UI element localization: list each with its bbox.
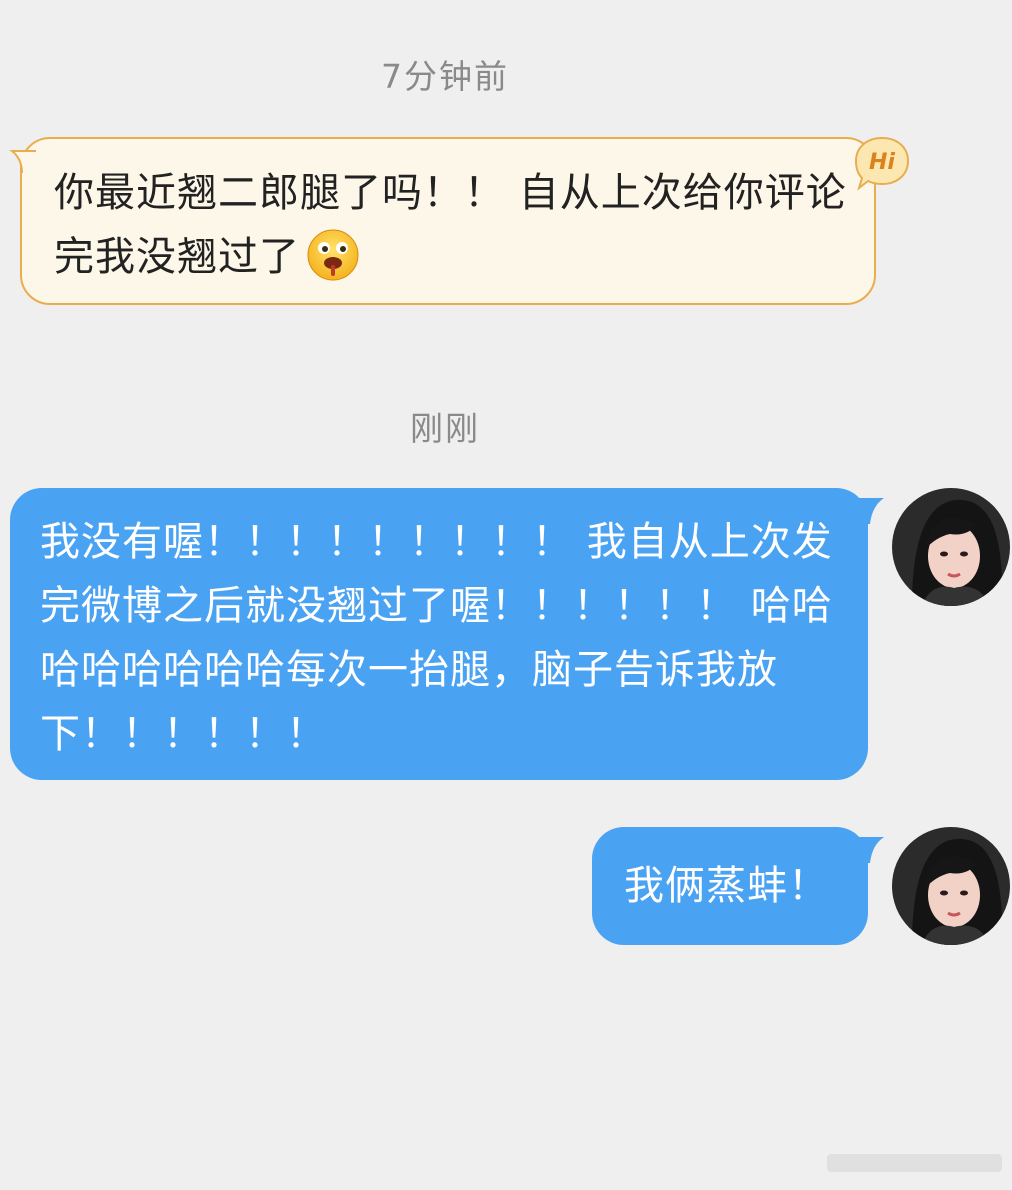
bubble-tail-icon — [9, 150, 36, 175]
avatar[interactable] — [892, 488, 1010, 606]
outgoing-message-text: 我俩蒸蚌！ — [624, 863, 829, 909]
avatar-portrait-icon — [892, 488, 1010, 606]
outgoing-message-bubble[interactable]: 我没有喔！！！！！！！！！ 我自从上次发完微博之后就没翘过了喔！！！！！！ 哈哈… — [10, 488, 868, 780]
hi-badge-icon: Hi — [854, 136, 910, 191]
drooling-face-icon — [307, 229, 359, 281]
hi-badge-text: Hi — [869, 150, 895, 175]
incoming-message-bubble[interactable]: 你最近翘二郎腿了吗！！ 自从上次给你评论完我没翘过了 — [9, 137, 876, 305]
avatar[interactable] — [892, 827, 1010, 945]
timestamp: 刚刚 — [410, 409, 480, 448]
bubble-tail-icon — [858, 837, 884, 863]
outgoing-message-bubble[interactable]: 我俩蒸蚌！ — [592, 827, 868, 945]
outgoing-message-text: 我没有喔！！！！！！！！！ 我自从上次发完微博之后就没翘过了喔！！！！！！ 哈哈… — [40, 519, 833, 757]
avatar-portrait-icon — [892, 827, 1010, 945]
bubble-tail-icon — [858, 498, 884, 524]
watermark — [827, 1154, 1002, 1172]
incoming-message-text: 你最近翘二郎腿了吗！！ 自从上次给你评论完我没翘过了 — [54, 170, 847, 281]
timestamp: 7分钟前 — [381, 57, 509, 96]
